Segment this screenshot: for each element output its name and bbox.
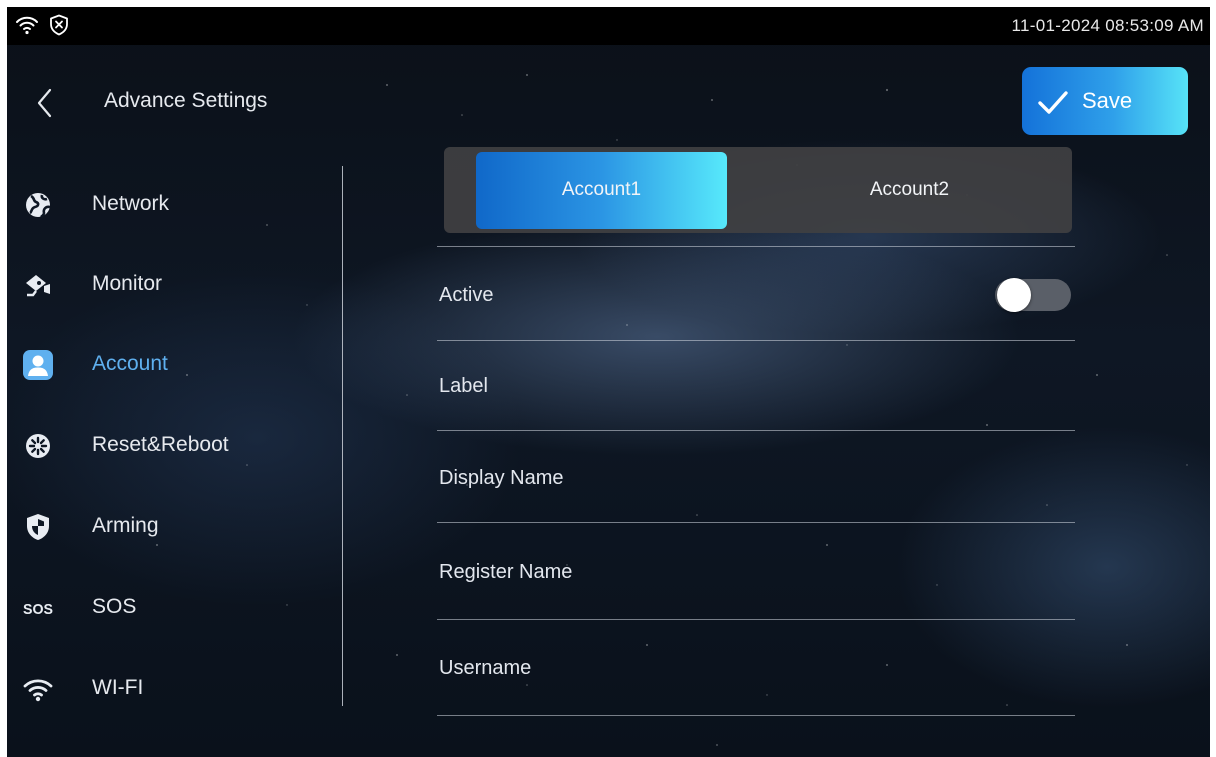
field-label-display-name: Display Name	[439, 467, 564, 489]
row-divider	[437, 715, 1075, 716]
checkmark-icon	[1038, 91, 1068, 114]
sidebar-item-network[interactable]: Network	[7, 177, 337, 233]
tab-label: Account1	[561, 179, 642, 200]
field-row-label[interactable]	[437, 341, 1075, 430]
sidebar-item-label: Network	[92, 192, 170, 215]
page-title: Advance Settings	[104, 89, 268, 112]
sidebar-item-wifi[interactable]: WI-FI	[7, 661, 337, 717]
sidebar-item-sos[interactable]: SOS SOS	[7, 580, 337, 636]
sidebar-item-arming[interactable]: Arming	[7, 499, 337, 555]
camera-icon	[26, 275, 50, 297]
field-row-username[interactable]	[437, 620, 1075, 715]
svg-text:SOS: SOS	[23, 601, 53, 618]
field-label-username: Username	[439, 657, 532, 679]
screen: 11-01-2024 08:53:09 AM Advance Settings …	[7, 7, 1210, 757]
sidebar-item-account[interactable]: Account	[7, 337, 337, 393]
active-toggle[interactable]	[995, 278, 1071, 312]
field-label-active: Active	[439, 284, 494, 306]
sidebar-item-label: Reset&Reboot	[92, 433, 229, 456]
field-label-register-name: Register Name	[439, 561, 573, 583]
field-row-active	[437, 247, 1075, 340]
status-datetime: 11-01-2024 08:53:09 AM	[1011, 16, 1204, 35]
sidebar-divider	[342, 166, 343, 706]
user-icon	[23, 350, 53, 380]
sidebar-item-label: Account	[92, 352, 168, 375]
sidebar-item-reset-reboot[interactable]: Reset&Reboot	[7, 418, 337, 474]
chevron-left-icon[interactable]	[33, 87, 57, 119]
tab-account1[interactable]: Account1	[476, 152, 727, 229]
sidebar-item-label: SOS	[92, 595, 137, 618]
sidebar-item-label: Monitor	[92, 272, 163, 295]
shield-x-icon	[50, 14, 68, 36]
tab-account2[interactable]: Account2	[784, 152, 1035, 229]
status-bar: 11-01-2024 08:53:09 AM	[7, 7, 1210, 45]
wifi-icon	[23, 679, 53, 702]
sidebar-item-label: Arming	[92, 514, 159, 537]
save-button-label: Save	[1082, 88, 1133, 113]
sos-icon: SOS	[23, 601, 53, 618]
sidebar-item-label: WI-FI	[92, 676, 144, 699]
globe-icon	[26, 193, 51, 218]
toggle-knob	[997, 278, 1031, 312]
shield-icon	[27, 514, 49, 540]
account-tab-bar: Account1 Account2	[444, 147, 1072, 233]
save-button[interactable]: Save	[1022, 67, 1188, 135]
wifi-icon	[16, 16, 38, 35]
reset-icon	[26, 434, 50, 458]
tab-label: Account2	[869, 179, 950, 200]
sidebar-item-monitor[interactable]: Monitor	[7, 257, 337, 313]
field-label-label: Label	[439, 375, 488, 397]
